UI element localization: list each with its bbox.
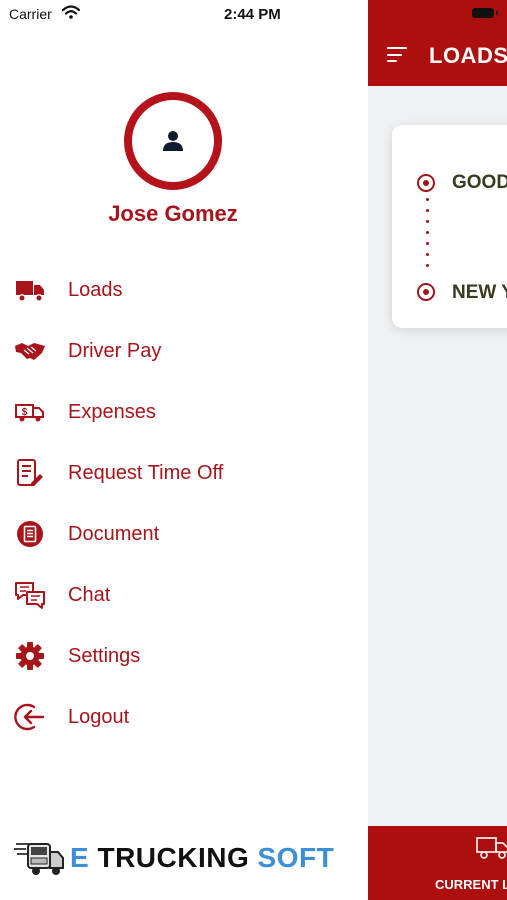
menu-item-request-time-off[interactable]: Request Time Off [0, 448, 368, 498]
menu-label: Loads [68, 279, 123, 301]
route-dot [426, 220, 429, 223]
destination-icon [417, 283, 435, 301]
route-dot [426, 209, 429, 212]
route-dot [426, 253, 429, 256]
handshake-icon [15, 343, 45, 360]
route-dot [426, 242, 429, 245]
chat-icon [15, 582, 45, 609]
menu-icon[interactable] [387, 47, 407, 63]
user-name: Jose Gomez [108, 201, 238, 226]
status-time: 2:44 PM [224, 6, 281, 23]
app-title: LOADS [429, 43, 507, 68]
menu-item-logout[interactable]: Logout [0, 692, 368, 742]
menu-item-driver-pay[interactable]: Driver Pay [0, 326, 368, 376]
route-dot [426, 231, 429, 234]
menu-item-document[interactable]: Document [0, 509, 368, 559]
menu-label: Document [68, 523, 160, 545]
wifi-icon [62, 5, 80, 19]
menu-item-settings[interactable]: Settings [0, 631, 368, 681]
menu-label: Logout [68, 706, 130, 728]
navigation-drawer: Carrier 2:44 PM Jose Gomez Loads Driver … [0, 0, 368, 900]
route-dot [426, 264, 429, 267]
person-icon [163, 131, 183, 151]
truck-icon[interactable] [476, 836, 507, 860]
menu-label: Request Time Off [68, 462, 224, 484]
truck-icon [16, 281, 44, 302]
route-dot [426, 198, 429, 201]
logo-soft: SOFT [257, 842, 335, 873]
document-icon [17, 521, 43, 547]
menu-label: Chat [68, 584, 111, 606]
logo-e: E [70, 842, 90, 873]
battery-icon [472, 8, 498, 18]
menu-item-loads[interactable]: Loads [0, 265, 368, 315]
tab-current-loads[interactable]: CURRENT L [435, 877, 507, 892]
svg-text:$: $ [22, 407, 28, 418]
request-form-icon [17, 459, 43, 486]
carrier-label: Carrier [9, 6, 52, 22]
menu-label: Settings [68, 645, 141, 667]
origin-icon [417, 174, 435, 192]
logout-icon [14, 703, 45, 731]
truck-logo-icon [14, 843, 64, 875]
gear-icon [16, 642, 44, 670]
load-card[interactable]: GOOD NEW Y [392, 125, 507, 328]
destination-text: NEW Y [452, 282, 507, 303]
origin-text: GOOD [452, 172, 507, 193]
avatar[interactable] [124, 92, 222, 190]
brand-logo: E TRUCKING SOFT [70, 842, 334, 874]
logo-trucking: TRUCKING [97, 842, 250, 873]
money-truck-icon: $ [15, 404, 44, 422]
menu-item-chat[interactable]: Chat [0, 570, 368, 620]
menu-label: Driver Pay [68, 340, 162, 362]
menu-item-expenses[interactable]: $ Expenses [0, 387, 368, 437]
menu-label: Expenses [68, 401, 156, 423]
